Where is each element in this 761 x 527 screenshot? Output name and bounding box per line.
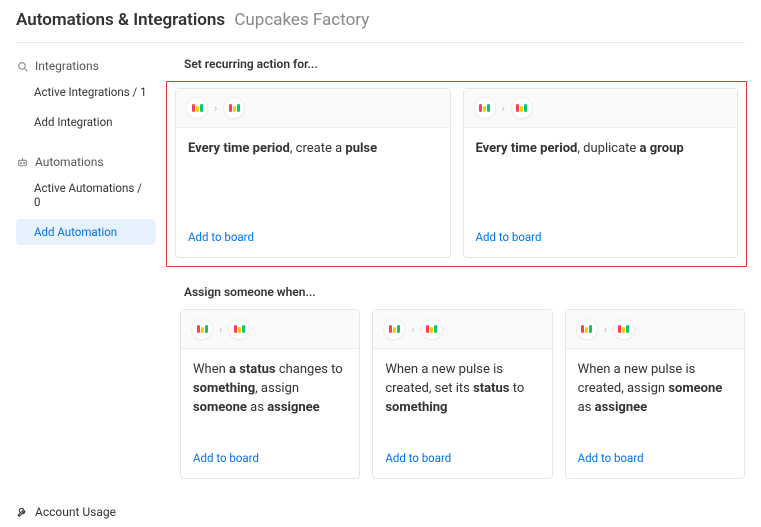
chevron-right-icon: › bbox=[214, 102, 217, 115]
card-description: When a status changes to something, assi… bbox=[181, 349, 359, 445]
sidebar-section-label: Automations bbox=[35, 155, 104, 169]
automation-card-new-pulse-status[interactable]: › When a new pulse is created, set its s… bbox=[372, 309, 552, 479]
sidebar-section-label: Integrations bbox=[35, 59, 99, 73]
sidebar-section-automations[interactable]: Automations bbox=[16, 151, 156, 173]
sidebar: Integrations Active Integrations / 1 Add… bbox=[0, 43, 156, 527]
automation-card-new-pulse-assign[interactable]: › When a new pulse is created, assign so… bbox=[565, 309, 745, 479]
add-to-board-link[interactable]: Add to board bbox=[193, 451, 259, 465]
automation-card-duplicate-group[interactable]: › Every time period, duplicate a group A… bbox=[463, 88, 739, 258]
monday-icon bbox=[474, 97, 496, 119]
section-title-recurring: Set recurring action for... bbox=[184, 57, 747, 71]
card-header: › bbox=[373, 310, 551, 349]
sidebar-item-active-automations[interactable]: Active Automations / 0 bbox=[16, 175, 156, 215]
page-title: Automations & Integrations bbox=[16, 10, 225, 30]
monday-icon bbox=[191, 318, 213, 340]
sidebar-section-integrations[interactable]: Integrations bbox=[16, 55, 156, 77]
add-to-board-link[interactable]: Add to board bbox=[578, 451, 644, 465]
sidebar-item-add-automation[interactable]: Add Automation bbox=[16, 219, 156, 245]
chevron-right-icon: › bbox=[604, 323, 607, 336]
monday-icon bbox=[223, 97, 245, 119]
automation-card-create-pulse[interactable]: › Every time period, create a pulse Add … bbox=[175, 88, 451, 258]
sidebar-item-account-usage[interactable]: Account Usage bbox=[16, 505, 116, 519]
robot-icon bbox=[16, 156, 29, 169]
card-description: When a new pulse is created, set its sta… bbox=[373, 349, 551, 445]
chevron-right-icon: › bbox=[502, 102, 505, 115]
monday-icon bbox=[576, 318, 598, 340]
monday-icon bbox=[186, 97, 208, 119]
sidebar-item-add-integration[interactable]: Add Integration bbox=[16, 109, 156, 135]
add-to-board-link[interactable]: Add to board bbox=[385, 451, 451, 465]
card-description: When a new pulse is created, assign some… bbox=[566, 349, 744, 445]
card-header: › bbox=[566, 310, 744, 349]
automation-card-status-assign[interactable]: › When a status changes to something, as… bbox=[180, 309, 360, 479]
wrench-icon bbox=[16, 506, 29, 519]
card-header: › bbox=[176, 89, 450, 128]
sidebar-item-label: Account Usage bbox=[35, 505, 116, 519]
main-content: Set recurring action for... › Every time… bbox=[156, 43, 761, 527]
card-description: Every time period, create a pulse bbox=[176, 128, 450, 224]
highlight-box: › Every time period, create a pulse Add … bbox=[166, 81, 747, 267]
add-to-board-link[interactable]: Add to board bbox=[476, 230, 542, 244]
monday-icon bbox=[383, 318, 405, 340]
card-description: Every time period, duplicate a group bbox=[464, 128, 738, 224]
monday-icon bbox=[511, 97, 533, 119]
sidebar-item-active-integrations[interactable]: Active Integrations / 1 bbox=[16, 79, 156, 105]
page-subtitle: Cupcakes Factory bbox=[234, 10, 369, 30]
monday-icon bbox=[421, 318, 443, 340]
card-header: › bbox=[464, 89, 738, 128]
plug-icon bbox=[16, 60, 29, 73]
card-header: › bbox=[181, 310, 359, 349]
monday-icon bbox=[228, 318, 250, 340]
add-to-board-link[interactable]: Add to board bbox=[188, 230, 254, 244]
chevron-right-icon: › bbox=[219, 323, 222, 336]
section-title-assign: Assign someone when... bbox=[184, 285, 747, 299]
monday-icon bbox=[613, 318, 635, 340]
chevron-right-icon: › bbox=[411, 323, 414, 336]
page-header: Automations & Integrations Cupcakes Fact… bbox=[0, 0, 761, 42]
